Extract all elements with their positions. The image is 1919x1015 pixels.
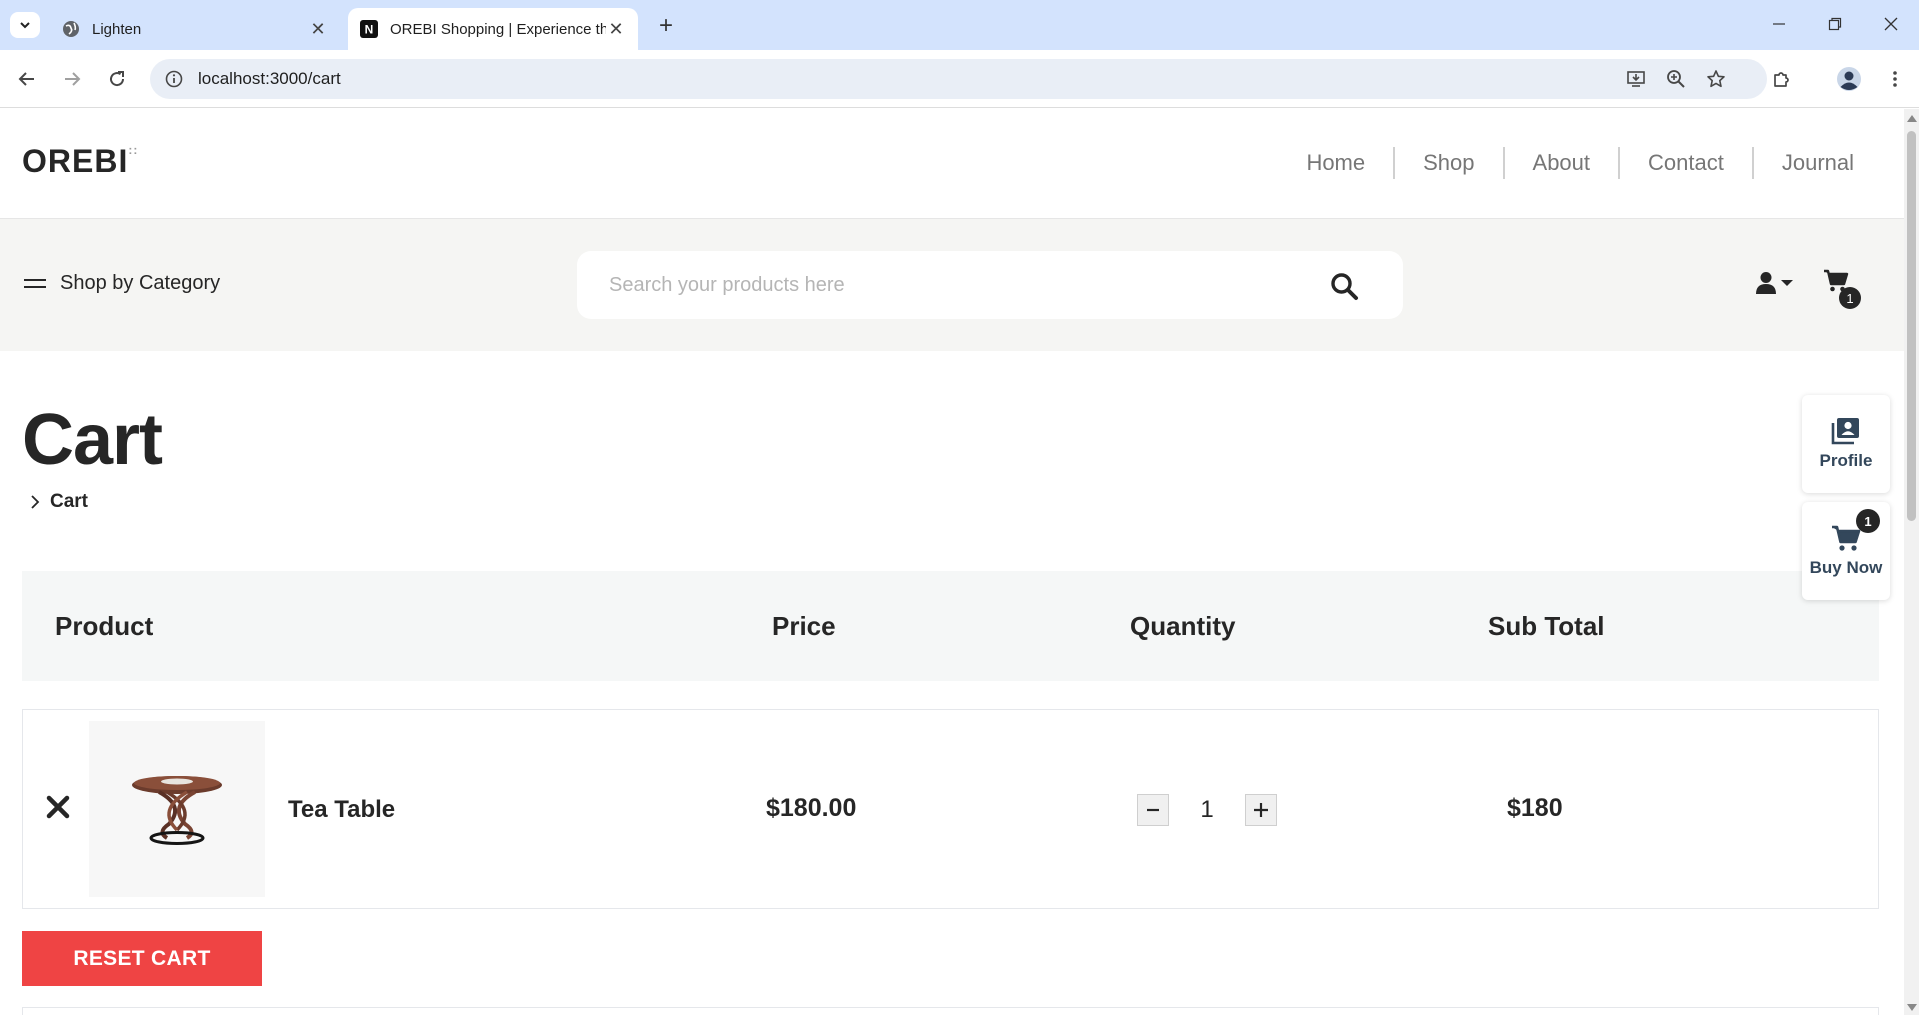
close-tab-icon[interactable]: ✕ — [308, 19, 328, 39]
puzzle-icon — [1774, 72, 1789, 87]
profile-float-label: Profile — [1819, 451, 1873, 470]
buy-now-float-button[interactable]: Buy Now 1 — [1802, 502, 1890, 600]
cart-table-header: Product Price Quantity Sub Total — [22, 571, 1879, 681]
page-viewport: OREBI:: Home Shop About Contact Journal … — [0, 109, 1904, 1015]
globe-icon — [62, 20, 80, 38]
url-text: localhost:3000/cart — [198, 69, 341, 88]
chevron-down-icon — [20, 22, 30, 29]
tea-table-illustration — [132, 776, 222, 845]
logo-mark: :: — [128, 143, 139, 157]
page-scrollbar[interactable] — [1904, 109, 1919, 1015]
arrow-right-icon — [65, 72, 81, 86]
breadcrumb: Cart — [30, 491, 88, 513]
bookmark-star-icon[interactable] — [1698, 59, 1734, 99]
main-nav: Home Shop About Contact Journal — [1278, 147, 1854, 179]
browser-tabstrip: Lighten ✕ N OREBI Shopping | Experience … — [0, 0, 1919, 50]
header-cart-button[interactable]: 1 — [1823, 269, 1861, 309]
user-icon — [1756, 272, 1776, 294]
cart-item-row: Tea Table $180.00 1 $180 — [22, 709, 1879, 909]
scroll-up-arrow[interactable] — [1907, 115, 1917, 122]
nav-contact[interactable]: Contact — [1620, 147, 1754, 179]
header-subtotal: Sub Total — [1488, 611, 1605, 641]
browser-menu-button[interactable] — [1880, 64, 1910, 94]
site-info-icon[interactable] — [154, 59, 194, 99]
profile-float-button[interactable]: Profile — [1802, 395, 1890, 493]
caret-down-icon — [1781, 280, 1793, 286]
decrease-quantity-button[interactable] — [1137, 794, 1169, 826]
restore-icon — [1828, 17, 1842, 31]
product-name[interactable]: Tea Table — [288, 796, 395, 824]
new-tab-button[interactable]: + — [652, 12, 680, 40]
reset-cart-button[interactable]: RESET CART — [22, 931, 262, 986]
header-quantity: Quantity — [1130, 611, 1236, 641]
search-icon[interactable] — [1329, 271, 1359, 301]
address-bar[interactable]: localhost:3000/cart — [150, 59, 1767, 99]
zoom-icon[interactable] — [1658, 59, 1694, 99]
reload-icon — [110, 71, 125, 87]
minimize-icon — [1773, 23, 1785, 25]
search-input[interactable] — [609, 251, 1309, 319]
breadcrumb-current: Cart — [50, 491, 89, 512]
extensions-button[interactable] — [1767, 64, 1797, 94]
remove-item-icon[interactable] — [43, 792, 73, 822]
product-subtotal: $180 — [1507, 794, 1563, 822]
buy-now-badge: 1 — [1856, 509, 1880, 533]
install-app-icon[interactable] — [1618, 59, 1654, 99]
nav-home[interactable]: Home — [1278, 147, 1396, 179]
tab-orebi[interactable]: N OREBI Shopping | Experience th ✕ — [348, 8, 638, 50]
product-price: $180.00 — [766, 794, 857, 822]
tab-title: Lighten — [92, 20, 142, 38]
site-header: OREBI:: Home Shop About Contact Journal — [0, 109, 1904, 219]
hamburger-icon — [24, 274, 46, 293]
next-section-edge — [22, 1007, 1879, 1015]
plus-icon — [1254, 803, 1268, 817]
svg-text:N: N — [365, 23, 374, 37]
scroll-down-arrow[interactable] — [1907, 1004, 1917, 1011]
avatar-icon — [1837, 67, 1861, 91]
header-price: Price — [772, 611, 836, 641]
cart-count-badge: 1 — [1839, 287, 1861, 309]
tab-title: OREBI Shopping | Experience th — [390, 20, 606, 38]
scrollbar-thumb[interactable] — [1907, 131, 1916, 521]
browser-toolbar: localhost:3000/cart — [0, 50, 1919, 108]
more-vertical-icon — [1893, 71, 1897, 87]
search-strip: Shop by Category 1 — [0, 219, 1904, 351]
nav-shop[interactable]: Shop — [1395, 147, 1505, 179]
arrow-left-icon — [18, 72, 34, 86]
site-favicon-icon: N — [360, 20, 378, 38]
increase-quantity-button[interactable] — [1245, 794, 1277, 826]
search-box — [577, 251, 1403, 319]
user-menu-button[interactable] — [1755, 271, 1794, 295]
forward-button[interactable] — [57, 64, 87, 94]
profile-card-icon — [1831, 418, 1859, 445]
logo-text: OREBI — [22, 143, 129, 179]
site-logo[interactable]: OREBI:: — [22, 143, 138, 180]
shop-by-category-button[interactable]: Shop by Category — [24, 272, 220, 295]
minus-icon — [1147, 808, 1159, 812]
quantity-value: 1 — [1200, 796, 1214, 823]
product-image — [89, 721, 265, 897]
back-button[interactable] — [12, 64, 42, 94]
category-label: Shop by Category — [60, 272, 221, 294]
nav-journal[interactable]: Journal — [1754, 147, 1854, 179]
close-window-button[interactable] — [1864, 0, 1918, 48]
chevron-right-icon — [31, 495, 40, 509]
header-product: Product — [55, 611, 154, 641]
profile-avatar[interactable] — [1834, 64, 1864, 94]
close-icon — [1884, 17, 1898, 31]
buy-now-label: Buy Now — [1809, 558, 1883, 577]
tab-lighten[interactable]: Lighten ✕ — [50, 8, 340, 50]
reload-button[interactable] — [102, 64, 132, 94]
nav-about[interactable]: About — [1505, 147, 1621, 179]
close-tab-icon[interactable]: ✕ — [606, 19, 626, 39]
cart-icon — [1832, 525, 1861, 551]
minimize-button[interactable] — [1752, 0, 1806, 48]
tab-search-button[interactable] — [10, 12, 40, 38]
quantity-stepper: 1 — [1137, 794, 1277, 826]
restore-button[interactable] — [1808, 0, 1862, 48]
page-title: Cart — [22, 400, 163, 480]
